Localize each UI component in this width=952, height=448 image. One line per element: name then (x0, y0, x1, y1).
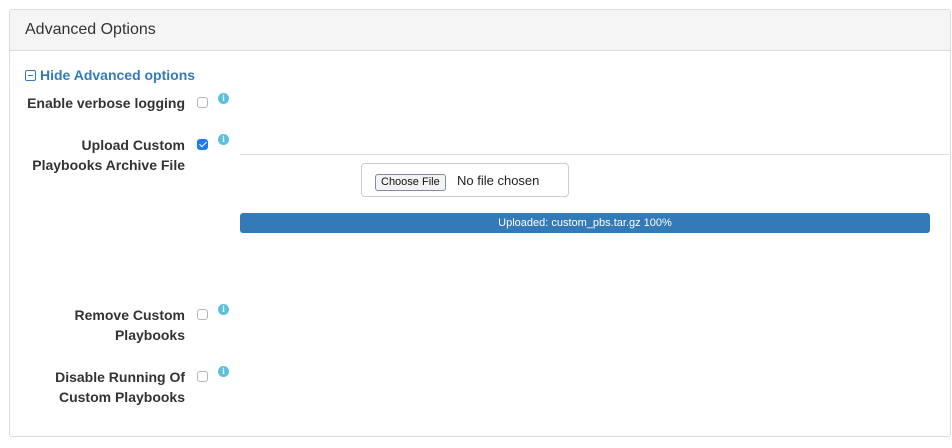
info-circle-icon[interactable]: i (218, 134, 229, 145)
disable-playbooks-label: Disable Running Of Custom Playbooks (55, 367, 185, 407)
choose-file-button[interactable]: Choose File (375, 174, 446, 191)
info-circle-icon[interactable]: i (218, 366, 229, 377)
label-line: Remove Custom (74, 307, 185, 323)
panel-title: Advanced Options (25, 21, 156, 38)
info-circle-icon[interactable]: i (218, 93, 229, 104)
disable-playbooks-checkbox[interactable] (197, 371, 208, 382)
toggle-label: Hide Advanced options (40, 67, 196, 83)
upload-playbooks-label: Upload Custom Playbooks Archive File (32, 135, 185, 175)
upload-progress-bar: Uploaded: custom_pbs.tar.gz 100% (240, 213, 930, 233)
label-line: Disable Running Of (55, 369, 185, 385)
label-line: Custom Playbooks (58, 389, 185, 405)
divider (240, 154, 949, 155)
label-line: Enable verbose logging (27, 95, 185, 111)
label-line: Upload Custom (81, 137, 185, 153)
minus-square-icon (25, 69, 36, 81)
upload-playbooks-checkbox[interactable] (197, 139, 208, 150)
advanced-options-panel: Advanced Options Hide Advanced options E… (9, 9, 951, 437)
panel-heading: Advanced Options (10, 10, 950, 51)
info-circle-icon[interactable]: i (218, 304, 229, 315)
remove-playbooks-checkbox[interactable] (197, 309, 208, 320)
file-status-text: No file chosen (457, 173, 540, 188)
remove-playbooks-label: Remove Custom Playbooks (75, 305, 185, 345)
verbose-logging-checkbox[interactable] (197, 97, 208, 108)
hide-advanced-options-toggle[interactable]: Hide Advanced options (25, 67, 195, 83)
file-input: Choose File No file chosen (361, 163, 569, 197)
label-line: Playbooks (114, 327, 185, 343)
verbose-logging-label: Enable verbose logging (27, 93, 185, 113)
label-line: Playbooks Archive File (32, 157, 185, 173)
